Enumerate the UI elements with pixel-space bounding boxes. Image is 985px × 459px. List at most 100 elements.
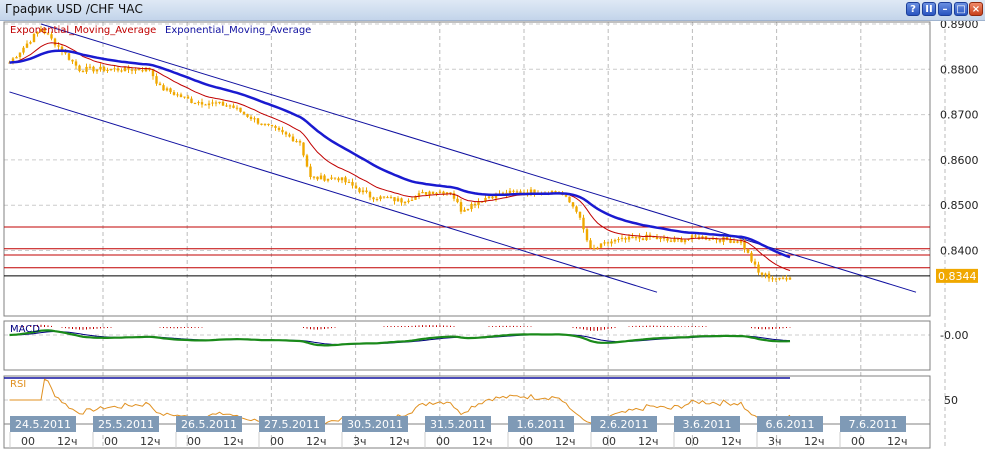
candle bbox=[753, 261, 757, 265]
candle bbox=[722, 237, 725, 242]
hour-label: 00 bbox=[270, 435, 284, 448]
candle bbox=[291, 136, 295, 142]
candle bbox=[393, 197, 396, 202]
close-button[interactable]: × bbox=[969, 2, 983, 16]
macd-panel bbox=[3, 320, 931, 371]
candle bbox=[158, 83, 162, 86]
candle bbox=[15, 57, 18, 59]
y-tick-label: 0.8400 bbox=[940, 245, 979, 258]
candle bbox=[323, 175, 326, 181]
candle bbox=[256, 118, 260, 124]
candle bbox=[67, 53, 71, 60]
candle bbox=[382, 196, 386, 198]
candle bbox=[368, 191, 372, 198]
y-tick-label: 0.8800 bbox=[940, 63, 979, 76]
candle bbox=[214, 102, 218, 104]
candle bbox=[372, 197, 375, 200]
hour-label: 00 bbox=[851, 435, 865, 448]
candle bbox=[662, 237, 666, 239]
candle bbox=[596, 247, 599, 249]
candle bbox=[571, 202, 575, 207]
legend-ema-slow: Exponential_Moving_Average bbox=[165, 25, 311, 36]
hour-label: 12ч bbox=[721, 435, 742, 448]
candle bbox=[295, 141, 298, 143]
candle bbox=[634, 236, 638, 239]
candle bbox=[575, 206, 578, 212]
candle bbox=[81, 71, 85, 73]
candle bbox=[218, 101, 221, 104]
hour-label: 12ч bbox=[638, 435, 659, 448]
candle bbox=[249, 116, 253, 120]
candle bbox=[683, 239, 687, 243]
minimize-button[interactable]: – bbox=[938, 2, 952, 16]
candle bbox=[746, 249, 750, 253]
candle bbox=[361, 190, 365, 193]
date-label: 27.5.2011 bbox=[264, 418, 320, 431]
candle bbox=[564, 195, 568, 197]
candle bbox=[669, 240, 673, 242]
candle bbox=[312, 176, 316, 178]
candle bbox=[421, 192, 424, 194]
date-label: 6.6.2011 bbox=[766, 418, 815, 431]
hour-label: 12ч bbox=[804, 435, 825, 448]
candle bbox=[319, 175, 323, 180]
title-bar: График USD /CHF ЧАС ? II – □ × bbox=[0, 0, 985, 21]
candle bbox=[239, 107, 242, 112]
chart-area[interactable]: 0.8900 0.8800 0.8700 0.8600 0.8500 0.8400 0.83… bbox=[0, 21, 985, 459]
candle bbox=[400, 198, 403, 203]
candle bbox=[232, 105, 235, 108]
ema-slow-line bbox=[9, 49, 791, 259]
candle bbox=[116, 68, 120, 71]
candle bbox=[281, 129, 284, 133]
candle bbox=[225, 105, 228, 107]
candle bbox=[659, 237, 662, 240]
candle bbox=[183, 96, 186, 98]
candle bbox=[638, 236, 641, 239]
candle bbox=[680, 239, 683, 243]
candle bbox=[785, 278, 788, 280]
candle bbox=[193, 102, 197, 104]
candle bbox=[74, 61, 78, 66]
candle bbox=[477, 201, 480, 206]
candle bbox=[18, 52, 22, 58]
candle bbox=[396, 198, 400, 202]
candle bbox=[277, 127, 281, 130]
candle bbox=[260, 123, 263, 125]
candle bbox=[627, 236, 631, 240]
hour-label: 00 bbox=[21, 435, 35, 448]
candle bbox=[732, 241, 736, 243]
candle bbox=[386, 197, 389, 199]
candle bbox=[673, 238, 676, 242]
date-label: 26.5.2011 bbox=[181, 418, 237, 431]
candle bbox=[708, 239, 711, 241]
date-label: 3.6.2011 bbox=[683, 418, 732, 431]
candle bbox=[365, 190, 368, 192]
hour-label: 12ч bbox=[472, 435, 493, 448]
candle bbox=[512, 190, 515, 192]
date-label: 31.5.2011 bbox=[430, 418, 486, 431]
hour-label: 12ч bbox=[389, 435, 410, 448]
candle bbox=[102, 66, 106, 71]
help-button[interactable]: ? bbox=[906, 2, 920, 16]
candle bbox=[344, 177, 347, 183]
candle bbox=[109, 69, 113, 71]
candle bbox=[519, 191, 522, 193]
candle bbox=[169, 88, 172, 93]
candle bbox=[389, 197, 393, 199]
hour-label: 00 bbox=[104, 435, 118, 448]
pause-button[interactable]: II bbox=[922, 2, 936, 16]
candle bbox=[95, 69, 99, 72]
candle bbox=[347, 182, 351, 184]
candle bbox=[417, 193, 421, 196]
candle bbox=[666, 238, 669, 241]
candle bbox=[204, 104, 207, 106]
hour-label: 12ч bbox=[306, 435, 327, 448]
candle bbox=[585, 229, 589, 241]
y-tick-label: 0.8900 bbox=[940, 21, 979, 31]
candle bbox=[617, 239, 620, 241]
candle bbox=[473, 203, 477, 206]
candle bbox=[246, 113, 249, 117]
maximize-button[interactable]: □ bbox=[954, 2, 968, 16]
date-label: 24.5.2011 bbox=[15, 418, 71, 431]
candle bbox=[333, 177, 337, 179]
